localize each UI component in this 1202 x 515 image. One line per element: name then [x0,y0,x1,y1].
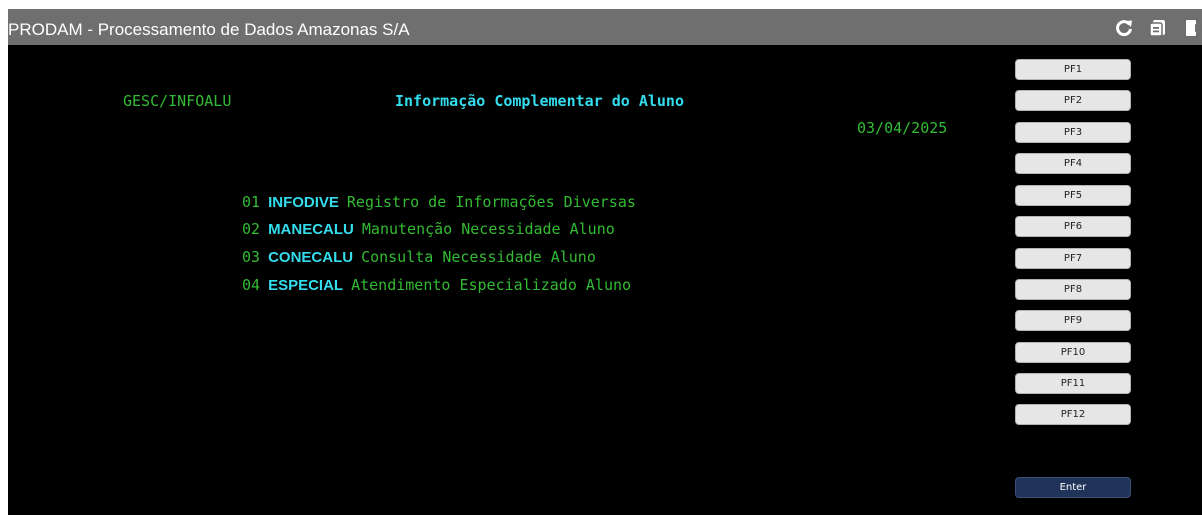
pf6-button[interactable]: PF6 [1015,216,1131,237]
menu-item-program: ESPECIAL [268,277,344,294]
menu-item-number: 03 [242,248,261,266]
transaction-code: GESC/INFOALU [123,92,232,110]
pf7-button[interactable]: PF7 [1015,248,1131,269]
menu-item-description: Consulta Necessidade Aluno [361,248,596,266]
menu-item: 01 INFODIVE Registro de Informações Divers… [242,193,636,212]
menu-item-number: 04 [242,276,261,294]
menu-item-description: Manutenção Necessidade Aluno [361,220,615,238]
current-date: 03/04/2025 [857,119,948,137]
menu-item-description: Registro de Informações Diversas [346,193,636,211]
pf12-button[interactable]: PF12 [1015,404,1131,425]
pf5-button[interactable]: PF5 [1015,185,1131,206]
terminal-window: PRODAM - Processamento de Dados Amazonas… [8,9,1202,515]
title-bar: PRODAM - Processamento de Dados Amazonas… [8,9,1202,45]
terminal-screen: GESC/INFOALU Informação Complementar do … [8,45,1008,515]
exit-icon[interactable] [1184,18,1202,38]
pf2-button[interactable]: PF2 [1015,90,1131,111]
pf9-button[interactable]: PF9 [1015,310,1131,331]
menu-item-program: CONECALU [268,249,354,266]
menu-item-number: 02 [242,220,261,238]
pf8-button[interactable]: PF8 [1015,279,1131,300]
menu-item: 03 CONECALU Consulta Necessidade Aluno [242,248,596,267]
screen-heading: Informação Complementar do Aluno [395,92,684,110]
menu-item-number: 01 [242,193,261,211]
menu-item-program: MANECALU [268,221,354,238]
copy-icon[interactable] [1148,18,1168,38]
refresh-icon[interactable] [1114,18,1134,38]
pf4-button[interactable]: PF4 [1015,153,1131,174]
menu-item-program: INFODIVE [268,194,339,211]
menu-item: 02 MANECALU Manutenção Necessidade Aluno [242,220,615,239]
pf1-button[interactable]: PF1 [1015,59,1131,80]
enter-button[interactable]: Enter [1015,477,1131,498]
menu-item-description: Atendimento Especializado Aluno [351,276,632,294]
menu-item: 04 ESPECIAL Atendimento Especializado Alun… [242,276,631,295]
pf10-button[interactable]: PF10 [1015,342,1131,363]
app-title: PRODAM - Processamento de Dados Amazonas… [8,20,410,39]
pf3-button[interactable]: PF3 [1015,122,1131,143]
pf11-button[interactable]: PF11 [1015,373,1131,394]
